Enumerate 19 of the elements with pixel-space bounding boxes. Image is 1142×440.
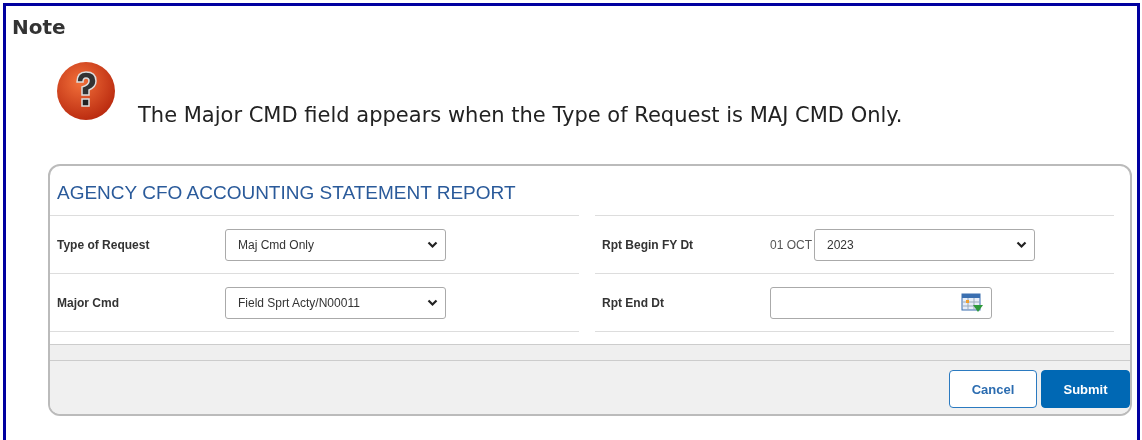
date-prefix: 01 OCT <box>770 237 812 252</box>
field-label: Major Cmd <box>56 295 120 310</box>
chevron-icon <box>427 240 438 249</box>
form-title: AGENCY CFO ACCOUNTING STATEMENT REPORT <box>56 181 517 199</box>
cancel-button[interactable]: Cancel <box>949 370 1037 408</box>
chevron-icon <box>1016 240 1027 249</box>
calendar-icon[interactable] <box>961 292 983 313</box>
field-label: Rpt Begin FY Dt <box>601 237 695 252</box>
select-field[interactable]: Maj Cmd Only <box>225 228 446 261</box>
submit-button[interactable]: Submit <box>1041 370 1130 408</box>
chevron-icon <box>427 298 438 307</box>
field-label: Rpt End Dt <box>601 295 665 310</box>
note-heading: Note <box>11 14 67 40</box>
note-text: The Major CMD field appears when the Type of Request is MAJ CMD Only. <box>138 102 903 128</box>
field-label: Type of Request <box>56 237 151 252</box>
select-field[interactable]: Field Sprt Acty/N00011 <box>225 286 446 319</box>
help-icon <box>55 60 117 122</box>
select-field[interactable]: 2023 <box>814 228 1035 261</box>
date-field[interactable] <box>770 286 992 319</box>
